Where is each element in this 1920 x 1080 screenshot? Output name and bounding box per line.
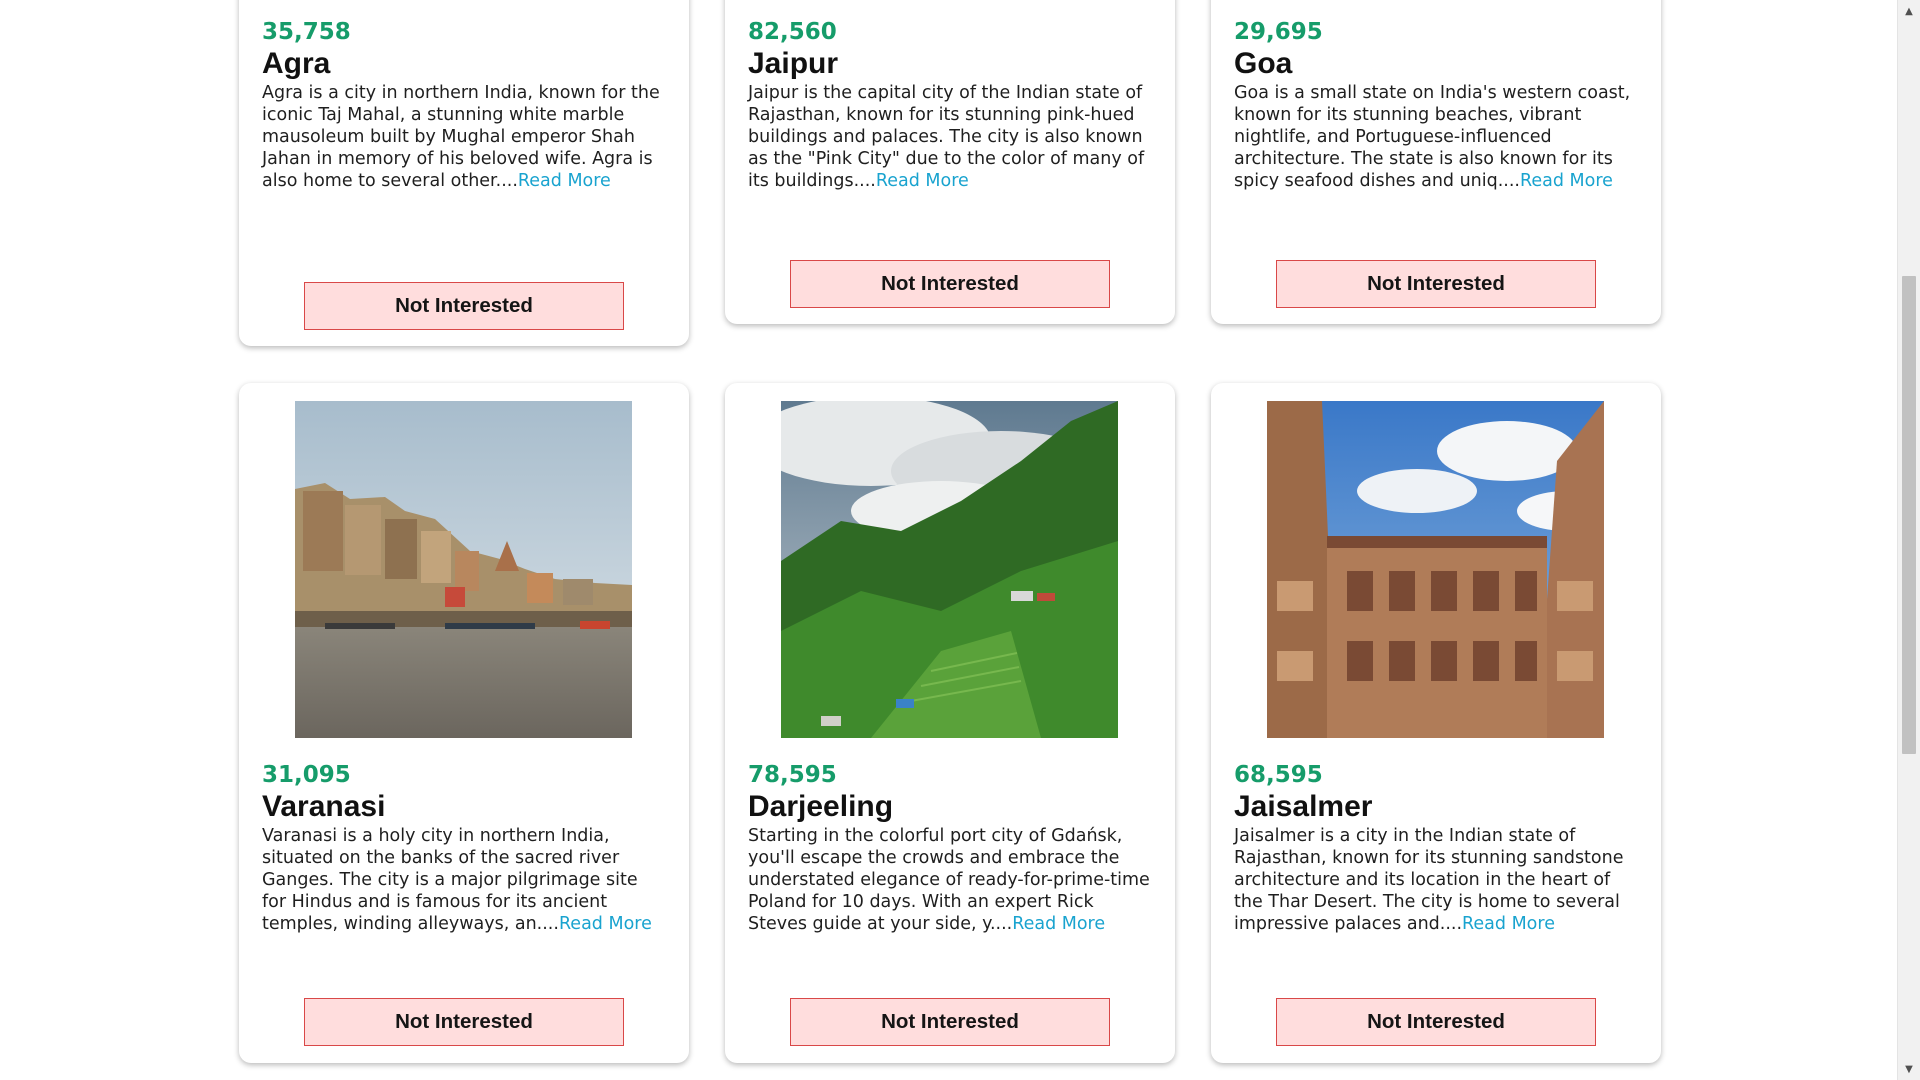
darjeeling-price: 78,595 — [748, 762, 837, 788]
goa-description: Goa is a small state on India's western … — [1234, 82, 1639, 192]
destination-card-varanasi: 31,095 Varanasi Varanasi is a holy city … — [239, 383, 689, 1063]
varanasi-image — [295, 401, 632, 738]
jaipur-title: Jaipur — [748, 47, 839, 80]
page-viewport: 35,758 Agra Agra is a city in northern I… — [0, 0, 1920, 1080]
agra-description: Agra is a city in northern India, known … — [262, 82, 667, 192]
jaisalmer-description: Jaisalmer is a city in the Indian state … — [1234, 825, 1639, 935]
jaisalmer-title: Jaisalmer — [1234, 790, 1373, 823]
jaipur-description: Jaipur is the capital city of the Indian… — [748, 82, 1153, 192]
scroll-up-icon[interactable]: ▲ — [1898, 0, 1920, 22]
varanasi-price: 31,095 — [262, 762, 351, 788]
jaisalmer-not-interested-button[interactable]: Not Interested — [1276, 998, 1596, 1046]
destination-card-agra: 35,758 Agra Agra is a city in northern I… — [239, 0, 689, 346]
agra-read-more-link[interactable]: Read More — [518, 171, 611, 191]
darjeeling-image — [781, 401, 1118, 738]
jaisalmer-image — [1267, 401, 1604, 738]
jaipur-read-more-link[interactable]: Read More — [876, 171, 969, 191]
goa-price: 29,695 — [1234, 19, 1323, 45]
darjeeling-read-more-link[interactable]: Read More — [1012, 914, 1105, 934]
jaipur-price: 82,560 — [748, 19, 837, 45]
varanasi-read-more-link[interactable]: Read More — [559, 914, 652, 934]
destination-card-darjeeling: 78,595 Darjeeling Starting in the colorf… — [725, 383, 1175, 1063]
varanasi-description: Varanasi is a holy city in northern Indi… — [262, 825, 667, 935]
darjeeling-description: Starting in the colorful port city of Gd… — [748, 825, 1153, 935]
scrollbar-thumb[interactable] — [1902, 276, 1916, 754]
jaipur-not-interested-button[interactable]: Not Interested — [790, 260, 1110, 308]
vertical-scrollbar[interactable]: ▲ ▼ — [1897, 0, 1920, 1080]
goa-not-interested-button[interactable]: Not Interested — [1276, 260, 1596, 308]
destination-card-jaisalmer: 68,595 Jaisalmer Jaisalmer is a city in … — [1211, 383, 1661, 1063]
agra-price: 35,758 — [262, 19, 351, 45]
destination-card-jaipur: 82,560 Jaipur Jaipur is the capital city… — [725, 0, 1175, 324]
darjeeling-title: Darjeeling — [748, 790, 894, 823]
varanasi-not-interested-button[interactable]: Not Interested — [304, 998, 624, 1046]
destination-card-goa: 29,695 Goa Goa is a small state on India… — [1211, 0, 1661, 324]
jaisalmer-read-more-link[interactable]: Read More — [1462, 914, 1555, 934]
jaisalmer-price: 68,595 — [1234, 762, 1323, 788]
jaisalmer-description-text: Jaisalmer is a city in the Indian state … — [1234, 826, 1624, 934]
goa-read-more-link[interactable]: Read More — [1520, 171, 1613, 191]
goa-title: Goa — [1234, 47, 1293, 80]
agra-not-interested-button[interactable]: Not Interested — [304, 282, 624, 330]
varanasi-title: Varanasi — [262, 790, 386, 823]
scroll-down-icon[interactable]: ▼ — [1898, 1058, 1920, 1080]
agra-title: Agra — [262, 47, 331, 80]
darjeeling-not-interested-button[interactable]: Not Interested — [790, 998, 1110, 1046]
